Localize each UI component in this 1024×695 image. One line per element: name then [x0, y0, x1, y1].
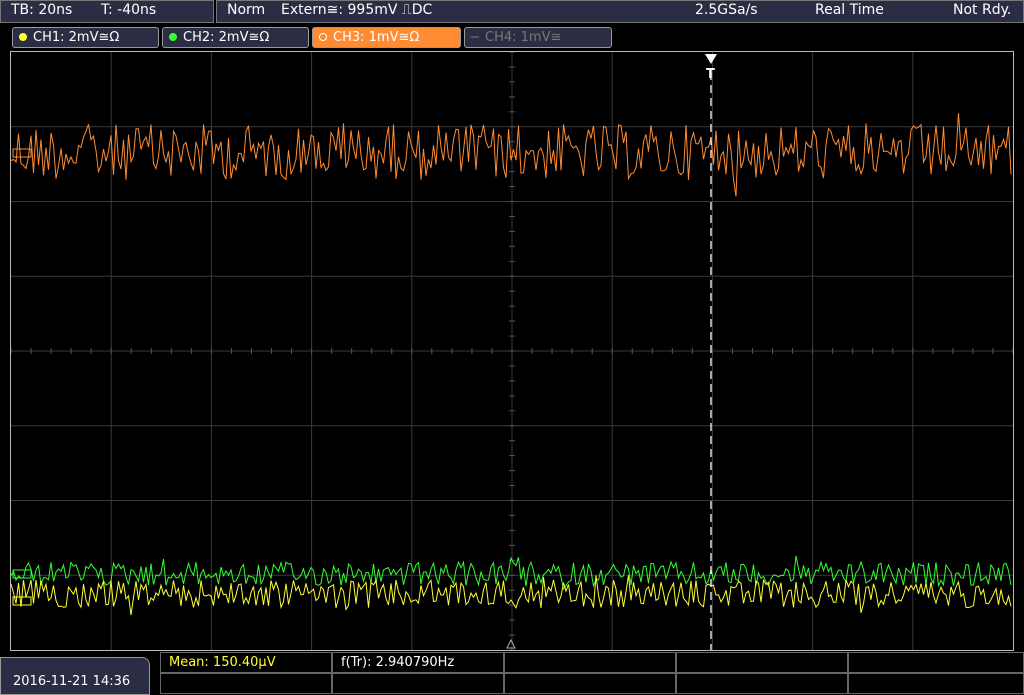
- channel-1-button[interactable]: CH1: 2mV≅Ω: [12, 27, 159, 48]
- measurement-cell-10[interactable]: [848, 673, 1024, 694]
- status-label: Not Rdy.: [953, 2, 1012, 18]
- ch2-ground-marker-icon[interactable]: [12, 569, 32, 579]
- channel-bar: CH1: 2mV≅Ω CH2: 2mV≅Ω CH3: 1mV≅Ω CH4: 1m…: [0, 24, 1024, 50]
- channel-1-label: CH1: 2mV≅Ω: [33, 30, 120, 45]
- ch3-waveform: [11, 113, 1012, 197]
- measurement-cell-9[interactable]: [676, 673, 848, 694]
- channel-2-button[interactable]: CH2: 2mV≅Ω: [162, 27, 309, 48]
- sample-rate-label: 2.5GSa/s: [695, 2, 758, 18]
- ch4-dash-icon: [471, 36, 479, 38]
- ch1-waveform: [11, 575, 1012, 616]
- ch1-dot-icon: [19, 33, 27, 41]
- center-marker-icon: [506, 638, 516, 649]
- trigger-arrow-icon[interactable]: [705, 54, 717, 64]
- mean-cell[interactable]: Mean: 150.40µV: [160, 652, 332, 673]
- trigger-mode-label: Norm: [227, 2, 266, 18]
- trigger-source-label: Extern≅: 995mV ⎍DC: [281, 2, 433, 18]
- channel-3-button[interactable]: CH3: 1mV≅Ω: [312, 27, 461, 48]
- measurement-cell-8[interactable]: [504, 673, 676, 694]
- datetime-box: 2016-11-21 14:36: [0, 657, 150, 695]
- timebase-box[interactable]: TB: 20ns T: -40ns: [0, 0, 214, 23]
- measurement-panel: Mean: 150.40µV f(Tr): 2.940790Hz: [160, 652, 1024, 694]
- mean-label: Mean: 150.40µV: [169, 655, 276, 670]
- trigger-time-label: T: -40ns: [101, 2, 157, 18]
- timebase-label: TB: 20ns: [11, 2, 73, 18]
- trigger-marker-label: T: [706, 67, 715, 82]
- measurement-cell-4[interactable]: [676, 652, 848, 673]
- measurement-cell-5[interactable]: [848, 652, 1024, 673]
- acquisition-mode-label: Real Time: [815, 2, 884, 18]
- ch3-dot-icon: [319, 33, 327, 41]
- measurement-cell-7[interactable]: [332, 673, 504, 694]
- measurement-cell-3[interactable]: [504, 652, 676, 673]
- frequency-label: f(Tr): 2.940790Hz: [341, 655, 455, 670]
- channel-4-label: CH4: 1mV≅: [485, 30, 562, 45]
- datetime-label: 2016-11-21 14:36: [13, 674, 131, 689]
- waveform-display[interactable]: T: [10, 51, 1014, 651]
- ch2-dot-icon: [169, 33, 177, 41]
- waveform-svg: T: [11, 52, 1013, 650]
- measurement-cell-6[interactable]: [160, 673, 332, 694]
- status-bar: TB: 20ns T: -40ns Norm Extern≅: 995mV ⎍D…: [0, 0, 1024, 24]
- frequency-cell[interactable]: f(Tr): 2.940790Hz: [332, 652, 504, 673]
- channel-3-label: CH3: 1mV≅Ω: [333, 30, 420, 45]
- channel-2-label: CH2: 2mV≅Ω: [183, 30, 270, 45]
- trigger-info-box[interactable]: Norm Extern≅: 995mV ⎍DC 2.5GSa/s Real Ti…: [216, 0, 1024, 23]
- channel-4-button[interactable]: CH4: 1mV≅: [464, 27, 612, 48]
